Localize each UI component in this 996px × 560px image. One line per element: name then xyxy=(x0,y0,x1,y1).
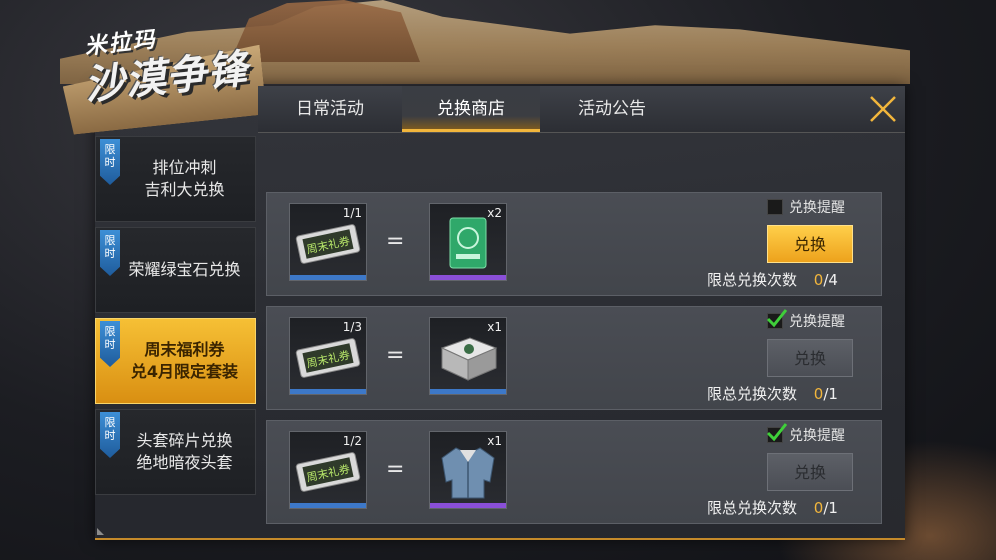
sidebar-item-label: 排位冲刺 吉利大兑换 xyxy=(144,158,225,199)
reminder-checkbox[interactable] xyxy=(766,309,788,329)
sidebar-item-weekend-voucher[interactable]: 限 时 周末福利券 兑4月限定套装 xyxy=(95,318,256,404)
reward-item-slot[interactable]: x1 xyxy=(429,317,507,395)
reminder-label: 兑换提醒 xyxy=(789,428,845,444)
reminder-checkbox[interactable] xyxy=(767,199,783,215)
limited-badge: 限 时 xyxy=(100,139,120,185)
exchange-row: 周末礼券 1/3 = x1 兑换提醒 兑换 限总兑换次数 0/1 xyxy=(266,306,882,410)
rarity-bar xyxy=(430,275,506,280)
reminder-label: 兑换提醒 xyxy=(789,314,845,330)
exchange-reminder-toggle[interactable]: 兑换提醒 xyxy=(766,423,845,445)
limit-used: 0 xyxy=(813,499,824,517)
sidebar-item-helmet-fragment[interactable]: 限 时 头套碎片兑换 绝地暗夜头套 xyxy=(95,409,256,495)
limit-label: 限总兑换次数 xyxy=(707,271,798,289)
limit-used: 0 xyxy=(813,385,824,403)
sidebar-item-emerald-exchange[interactable]: 限 时 荣耀绿宝石兑换 xyxy=(95,227,256,313)
checkmark-icon xyxy=(766,309,788,328)
exchange-limit: 限总兑换次数 0/1 xyxy=(707,383,838,404)
exchange-limit: 限总兑换次数 0/1 xyxy=(707,497,838,518)
rarity-bar xyxy=(290,389,366,394)
cost-count: 1/3 xyxy=(342,320,362,334)
tab-daily-activities[interactable]: 日常活动 xyxy=(270,86,390,132)
rarity-bar xyxy=(430,389,506,394)
cost-item-slot[interactable]: 周末礼券 1/1 xyxy=(289,203,367,281)
limit-used: 0 xyxy=(813,271,824,289)
exchange-button[interactable]: 兑换 xyxy=(767,339,853,377)
sidebar-item-label: 周末福利券 兑4月限定套装 xyxy=(130,340,239,381)
limited-badge: 限 时 xyxy=(100,412,120,458)
rarity-bar xyxy=(430,503,506,508)
reward-count: x1 xyxy=(487,434,502,448)
exchange-limit: 限总兑换次数 0/4 xyxy=(707,269,838,290)
limited-badge: 限 时 xyxy=(100,230,120,276)
sidebar-item-label: 荣耀绿宝石兑换 xyxy=(128,260,241,279)
limit-total: /4 xyxy=(823,271,838,289)
exchange-reminder-toggle[interactable]: 兑换提醒 xyxy=(766,309,845,331)
reward-item-slot[interactable]: x1 xyxy=(429,431,507,509)
rarity-bar xyxy=(290,275,366,280)
equals-sign: = xyxy=(386,457,405,482)
exchange-row: 周末礼券 1/1 = x2 兑换提醒 兑换 限总兑换次数 0/4 xyxy=(266,192,882,296)
tab-exchange-shop[interactable]: 兑换商店 xyxy=(402,86,540,132)
limit-label: 限总兑换次数 xyxy=(707,499,798,517)
cost-count: 1/2 xyxy=(342,434,362,448)
cost-item-slot[interactable]: 周末礼券 1/3 xyxy=(289,317,367,395)
limit-total: /1 xyxy=(823,499,838,517)
reward-item-slot[interactable]: x2 xyxy=(429,203,507,281)
exchange-button[interactable]: 兑换 xyxy=(767,225,853,263)
limit-total: /1 xyxy=(823,385,838,403)
reminder-checkbox[interactable] xyxy=(766,423,788,443)
sidebar-item-rank-sprint[interactable]: 限 时 排位冲刺 吉利大兑换 xyxy=(95,136,256,222)
corner-resize-indicator xyxy=(97,528,104,535)
sidebar-item-label: 头套碎片兑换 绝地暗夜头套 xyxy=(136,431,233,472)
close-button[interactable] xyxy=(866,92,900,126)
exchange-row: 周末礼券 1/2 = x1 兑换提醒 兑换 限总兑换次数 0/1 xyxy=(266,420,882,524)
equals-sign: = xyxy=(386,343,405,368)
cost-item-slot[interactable]: 周末礼券 1/2 xyxy=(289,431,367,509)
tab-event-notice[interactable]: 活动公告 xyxy=(552,86,672,132)
checkmark-icon xyxy=(766,423,788,442)
limit-label: 限总兑换次数 xyxy=(707,385,798,403)
event-logo: 米拉玛 沙漠争锋 xyxy=(57,7,287,139)
reminder-label: 兑换提醒 xyxy=(789,200,845,216)
sidebar: 限 时 排位冲刺 吉利大兑换 限 时 荣耀绿宝石兑换 限 时 周末福利券 兑4月… xyxy=(95,136,257,536)
tab-bar: 日常活动 兑换商店 活动公告 xyxy=(258,86,905,133)
reward-count: x2 xyxy=(487,206,502,220)
close-icon xyxy=(870,96,896,122)
equals-sign: = xyxy=(386,229,405,254)
rarity-bar xyxy=(290,503,366,508)
limited-badge: 限 时 xyxy=(100,321,120,367)
exchange-reminder-toggle[interactable]: 兑换提醒 xyxy=(767,197,845,217)
exchange-button[interactable]: 兑换 xyxy=(767,453,853,491)
cost-count: 1/1 xyxy=(342,206,362,220)
reward-count: x1 xyxy=(487,320,502,334)
